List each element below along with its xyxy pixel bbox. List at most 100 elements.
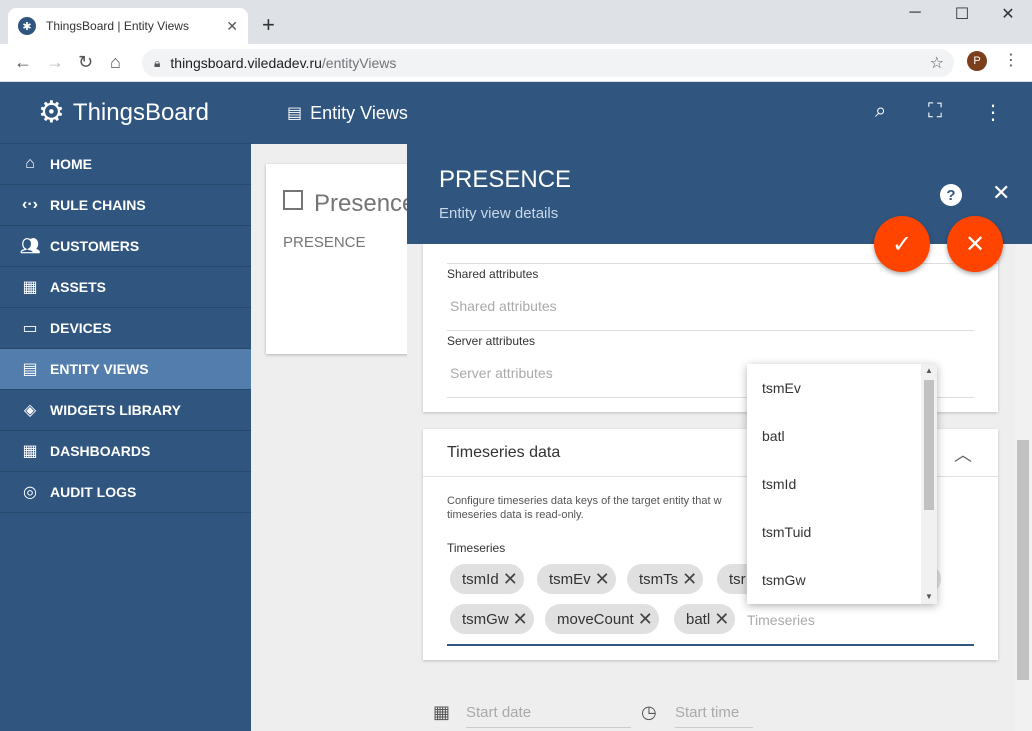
sidebar-item-rule-chains[interactable]: ‹·› RULE CHAINS xyxy=(0,185,251,226)
chip-tsmEv[interactable]: tsmEv ✕ xyxy=(537,564,616,594)
dropdown-option[interactable]: tsmEv xyxy=(747,364,919,412)
bookmark-star-icon[interactable]: ☆ xyxy=(930,53,944,73)
back-icon[interactable]: ← xyxy=(14,52,32,73)
server-attributes-input[interactable]: Server attributes xyxy=(450,365,553,381)
dropdown-scrollbar[interactable]: ▲ ▼ xyxy=(921,364,937,604)
chip-remove-icon[interactable]: ✕ xyxy=(513,609,528,630)
shared-attributes-input[interactable]: Shared attributes xyxy=(450,298,557,314)
cancel-changes-button[interactable]: ✕ xyxy=(947,216,1003,272)
dropdown-option[interactable]: batl xyxy=(747,412,919,460)
details-header: PRESENCE Entity view details ? ✕ xyxy=(407,144,1032,244)
brand[interactable]: ⚙ ThingsBoard xyxy=(0,82,251,144)
sidebar-item-dashboards[interactable]: ▦ DASHBOARDS xyxy=(0,431,251,472)
chip-tsmId[interactable]: tsmId ✕ xyxy=(450,564,524,594)
help-icon[interactable]: ? xyxy=(940,184,962,206)
code-icon: ‹·› xyxy=(22,196,38,213)
start-date-input[interactable]: Start date xyxy=(466,704,631,728)
dropdown-option[interactable]: tsmGw xyxy=(747,556,919,604)
brand-name: ThingsBoard xyxy=(72,98,209,126)
sidebar: ⚙ ThingsBoard ⌂ HOME ‹·› RULE CHAINS 👥︎ CUS… xyxy=(0,82,251,731)
chip-label: tsmEv xyxy=(549,570,591,588)
maximize-icon[interactable]: ☐ xyxy=(939,4,985,24)
chip-remove-icon[interactable]: ✕ xyxy=(682,569,697,590)
sidebar-item-devices[interactable]: ▭ DEVICES xyxy=(0,308,251,349)
details-title: PRESENCE xyxy=(439,166,572,193)
fullscreen-icon[interactable]: ⛶ xyxy=(928,100,942,123)
chip-label: moveCount xyxy=(557,610,634,628)
card-checkbox[interactable] xyxy=(283,190,303,210)
sidebar-item-widgets-library[interactable]: ◈ WIDGETS LIBRARY xyxy=(0,390,251,431)
widgets-icon: ◈ xyxy=(23,402,37,419)
clock-icon[interactable]: ◷ xyxy=(641,702,657,723)
app-topbar: ▤ Entity Views ⌕ ⛶ ⋮ xyxy=(251,82,1032,144)
chip-batl[interactable]: batl ✕ xyxy=(674,604,736,634)
search-icon[interactable]: ⌕ xyxy=(875,100,886,123)
minimize-icon[interactable]: ─ xyxy=(892,4,938,22)
apply-changes-button[interactable]: ✓ xyxy=(874,216,930,272)
card-title: Presence xyxy=(314,190,416,217)
more-vert-icon[interactable]: ⋮ xyxy=(983,100,1003,125)
timeseries-desc-line2: timeseries data is read-only. xyxy=(447,509,584,521)
thingsboard-logo-icon: ⚙ xyxy=(38,96,65,129)
dashboard-icon: ▦ xyxy=(22,443,38,460)
sidebar-item-home[interactable]: ⌂ HOME xyxy=(0,144,251,185)
sidebar-item-customers[interactable]: 👥︎ CUSTOMERS xyxy=(0,226,251,267)
window-close-icon[interactable]: ✕ xyxy=(985,4,1031,24)
sidebar-item-entity-views[interactable]: ▤ ENTITY VIEWS xyxy=(0,349,251,390)
dropdown-option[interactable]: tsmTuid xyxy=(747,508,919,556)
close-icon[interactable]: ✕ xyxy=(992,180,1010,206)
chip-tsmTs[interactable]: tsmTs ✕ xyxy=(627,564,704,594)
browser-tab[interactable]: ✱ ThingsBoard | Entity Views ✕ xyxy=(8,8,248,44)
new-tab-icon[interactable]: + xyxy=(262,12,275,38)
sidebar-item-assets[interactable]: ▦ ASSETS xyxy=(0,267,251,308)
panel-scrollbar[interactable] xyxy=(1015,244,1032,731)
scroll-up-icon[interactable]: ▲ xyxy=(925,366,933,375)
page-title-text: Entity Views xyxy=(310,102,408,123)
devices-icon: ▭ xyxy=(22,320,38,337)
sidebar-item-label: HOME xyxy=(50,156,92,172)
date-row: ▦ Start date ◷ Start time xyxy=(431,702,991,731)
calendar-icon[interactable]: ▦ xyxy=(433,702,450,723)
sidebar-item-label: WIDGETS LIBRARY xyxy=(50,402,181,418)
url-input[interactable]: 🔒︎ thingsboard.viledadev.ru/entityViews … xyxy=(142,49,954,77)
sidebar-item-audit-logs[interactable]: ◎ AUDIT LOGS xyxy=(0,472,251,513)
shared-attributes-label: Shared attributes xyxy=(447,267,539,281)
people-icon: 👥︎ xyxy=(20,238,41,255)
scroll-down-icon[interactable]: ▼ xyxy=(925,592,933,601)
sidebar-item-label: ASSETS xyxy=(50,279,107,295)
timeseries-input[interactable]: Timeseries xyxy=(747,612,815,628)
chip-label: tsmId xyxy=(462,570,499,588)
sidebar-item-label: RULE CHAINS xyxy=(50,197,146,213)
dropdown-option[interactable]: tsmId xyxy=(747,460,919,508)
check-icon: ✓ xyxy=(891,230,913,258)
chevron-up-icon[interactable]: ︿ xyxy=(954,441,972,467)
chip-tsmGw[interactable]: tsmGw ✕ xyxy=(450,604,534,634)
close-icon: ✕ xyxy=(964,230,986,258)
browser-titlebar: ✱ ThingsBoard | Entity Views ✕ + ─ ☐ ✕ xyxy=(0,0,1032,44)
dropdown-scroll-thumb[interactable] xyxy=(924,380,934,510)
panel-scroll-thumb[interactable] xyxy=(1017,440,1029,680)
url-path: /entityViews xyxy=(321,55,397,71)
chip-partial[interactable]: tsr xyxy=(717,564,747,594)
home-icon: ⌂ xyxy=(25,155,35,172)
reload-icon[interactable]: ↻ xyxy=(78,52,93,73)
home-browser-icon[interactable]: ⌂ xyxy=(110,52,121,73)
forward-icon[interactable]: → xyxy=(46,52,64,73)
browser-menu-icon[interactable]: ⋮ xyxy=(1003,50,1019,70)
tab-close-icon[interactable]: ✕ xyxy=(226,18,238,35)
chip-remove-icon[interactable]: ✕ xyxy=(638,609,653,630)
tab-title: ThingsBoard | Entity Views xyxy=(46,19,189,33)
chip-label: batl xyxy=(686,610,711,628)
sidebar-item-label: ENTITY VIEWS xyxy=(50,361,149,377)
lock-icon: 🔒︎ xyxy=(154,55,161,70)
chip-remove-icon[interactable]: ✕ xyxy=(714,609,729,630)
profile-avatar[interactable]: P xyxy=(967,51,987,71)
chip-moveCount[interactable]: moveCount ✕ xyxy=(545,604,659,634)
domain-icon: ▦ xyxy=(22,279,38,296)
start-time-input[interactable]: Start time xyxy=(675,704,753,728)
chip-remove-icon[interactable]: ✕ xyxy=(503,569,518,590)
chip-remove-icon[interactable]: ✕ xyxy=(595,569,610,590)
shared-attributes-underline xyxy=(447,330,974,331)
thingsboard-favicon-icon: ✱ xyxy=(18,17,36,35)
chip-label: tsmGw xyxy=(462,610,509,628)
